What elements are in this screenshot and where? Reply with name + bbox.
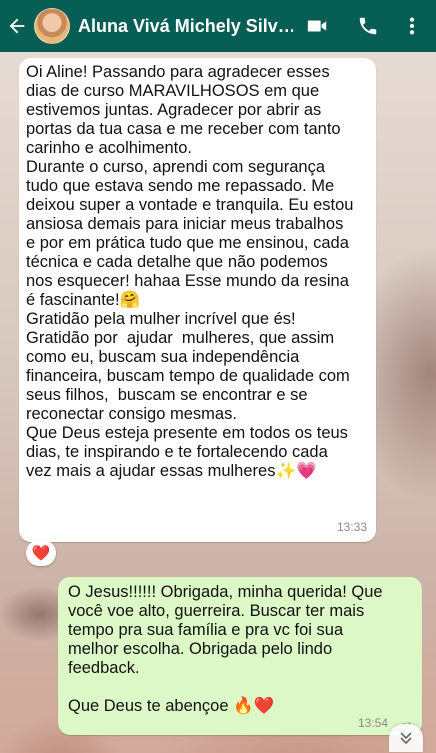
back-button[interactable] xyxy=(2,0,32,52)
message-time: 13:33 xyxy=(336,520,367,534)
video-camera-icon xyxy=(307,20,327,32)
scroll-down-button[interactable] xyxy=(389,724,423,752)
chevron-double-down-icon xyxy=(400,732,412,745)
chat-header: Aluna Vivá Michely Silv… xyxy=(0,0,436,52)
avatar[interactable] xyxy=(34,8,70,44)
video-call-button[interactable] xyxy=(300,0,334,52)
message-text: O Jesus!!!!!! Obrigada, minha querida! Q… xyxy=(68,583,383,715)
contact-name[interactable]: Aluna Vivá Michely Silv… xyxy=(78,16,293,37)
more-vertical-icon xyxy=(409,17,415,35)
incoming-message[interactable]: Oi Aline! Passando para agradecer esses … xyxy=(19,58,376,542)
heart-icon: ❤️ xyxy=(31,545,51,562)
message-text: Oi Aline! Passando para agradecer esses … xyxy=(26,63,354,480)
message-time: 13:54 xyxy=(357,716,388,730)
arrow-left-icon xyxy=(9,18,25,34)
voice-call-button[interactable] xyxy=(352,0,384,52)
heart-reaction[interactable]: ❤️ xyxy=(26,540,56,566)
menu-button[interactable] xyxy=(398,0,426,52)
phone-icon xyxy=(359,17,377,35)
outgoing-message[interactable]: O Jesus!!!!!! Obrigada, minha querida! Q… xyxy=(58,577,422,735)
